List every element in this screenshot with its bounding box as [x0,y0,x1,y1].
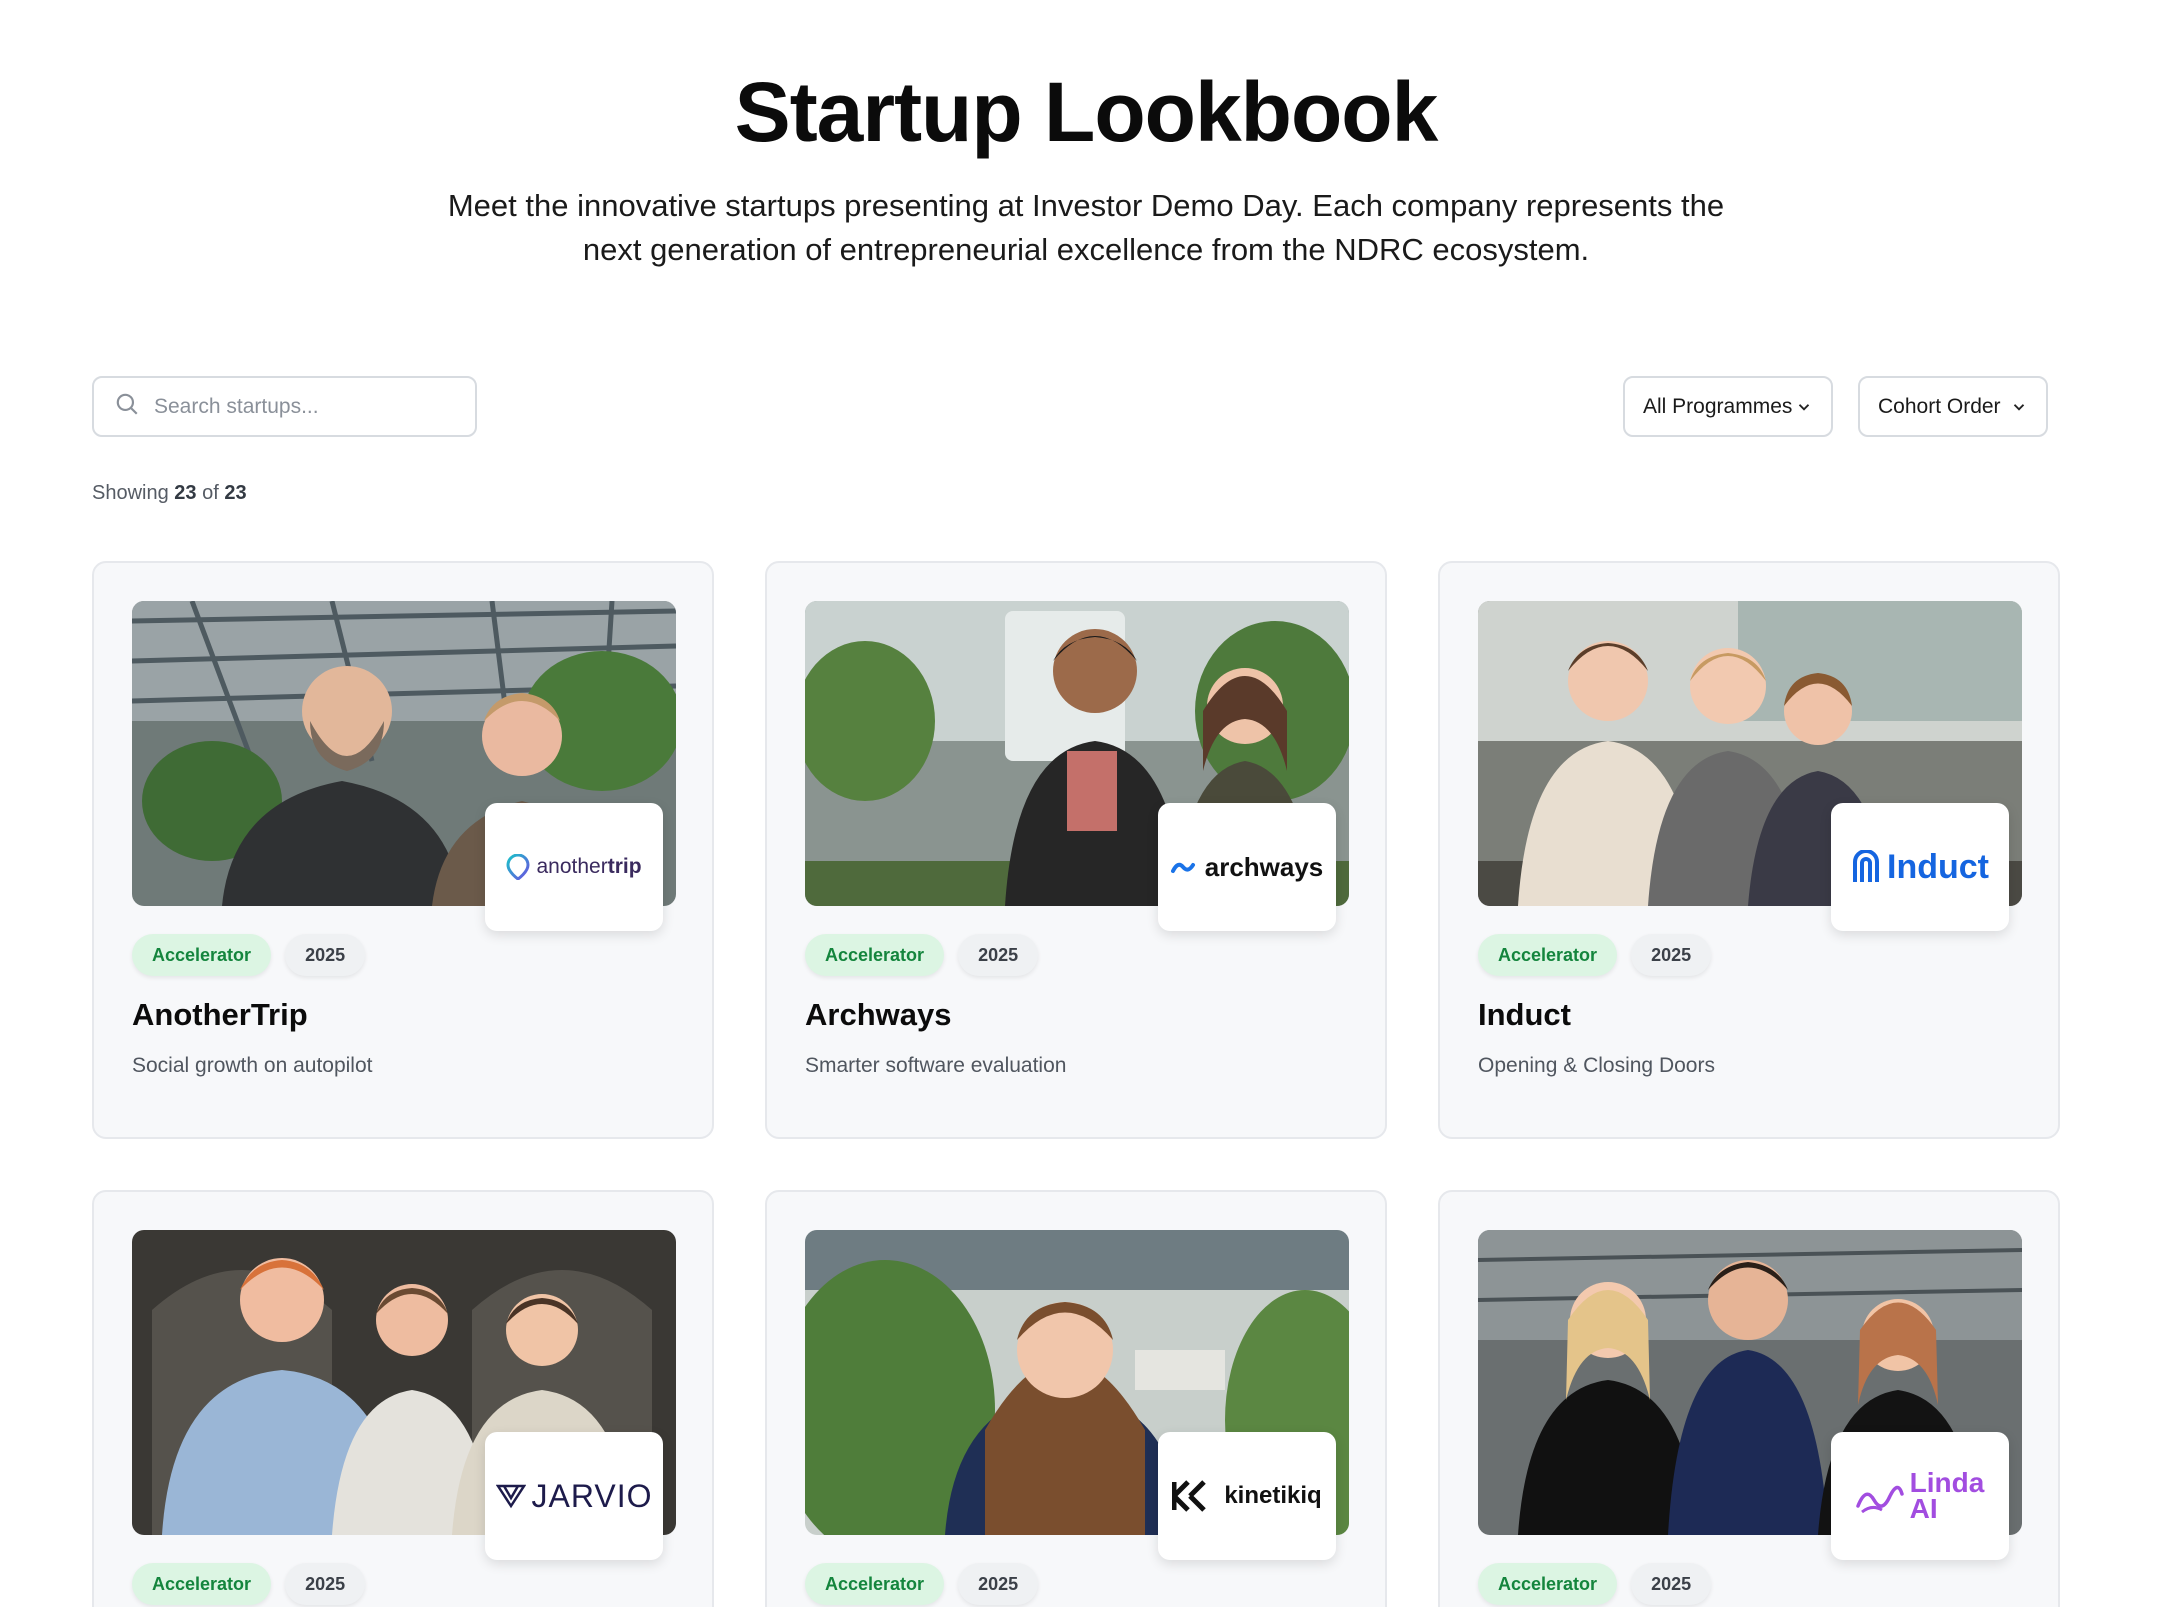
page-subtitle: Meet the innovative startups presenting … [447,188,1725,267]
startup-card-anothertrip[interactable]: anothertrip Accelerator 2025 AnotherTrip… [92,561,714,1139]
wave-icon [1170,862,1195,873]
programme-badge: Accelerator [132,934,272,976]
startup-name: AnotherTrip [132,997,308,1032]
startup-card-linda-ai[interactable]: Linda AI Accelerator 2025 [1438,1190,2060,1607]
startup-card-kinetikiq[interactable]: kinetikiq Accelerator 2025 [765,1190,1387,1607]
year-badge: 2025 [285,934,366,976]
search-input[interactable] [154,394,454,419]
programme-select[interactable]: All Programmes [1623,376,1833,437]
search-icon [114,391,140,422]
programme-select-value: All Programmes [1643,394,1793,418]
startup-logo: archways [1158,803,1336,931]
magnet-icon [1853,850,1879,882]
startup-name: Archways [805,997,952,1032]
search-box[interactable] [92,376,477,437]
startup-logo: kinetikiq [1158,1432,1336,1560]
k-mark-icon [1172,1480,1207,1512]
chevron-down-icon [2013,403,2025,411]
programme-badge: Accelerator [805,1563,945,1605]
programme-badge: Accelerator [805,934,945,976]
startup-logo: JARVIO [485,1432,663,1560]
startup-logo: Induct [1831,803,2009,931]
chevron-down-icon [1798,403,1810,411]
page-title: Startup Lookbook [734,65,1439,159]
programme-badge: Accelerator [132,1563,272,1605]
results-count: Showing 23 of 23 [92,482,247,504]
order-select-value: Cohort Order [1878,394,2001,418]
squiggle-icon [1855,1485,1904,1514]
year-badge: 2025 [958,1563,1039,1605]
startup-card-archways[interactable]: archways Accelerator 2025 Archways Smart… [765,561,1387,1139]
startup-tagline: Social growth on autopilot [132,1054,373,1077]
programme-badge: Accelerator [1478,1563,1618,1605]
year-badge: 2025 [958,934,1039,976]
startup-logo: Linda AI [1831,1432,2009,1560]
year-badge: 2025 [285,1563,366,1605]
startup-logo: anothertrip [485,803,663,931]
year-badge: 2025 [1631,1563,1712,1605]
order-select[interactable]: Cohort Order [1858,376,2048,437]
startup-card-jarvio[interactable]: JARVIO Accelerator 2025 [92,1190,714,1607]
startup-card-induct[interactable]: Induct Accelerator 2025 Induct Opening &… [1438,561,2060,1139]
programme-badge: Accelerator [1478,934,1618,976]
location-pin-icon [506,854,530,880]
startup-name: Induct [1478,997,1571,1032]
startup-tagline: Smarter software evaluation [805,1054,1067,1077]
startup-tagline: Opening & Closing Doors [1478,1054,1715,1077]
year-badge: 2025 [1631,934,1712,976]
v-mark-icon [495,1484,526,1509]
